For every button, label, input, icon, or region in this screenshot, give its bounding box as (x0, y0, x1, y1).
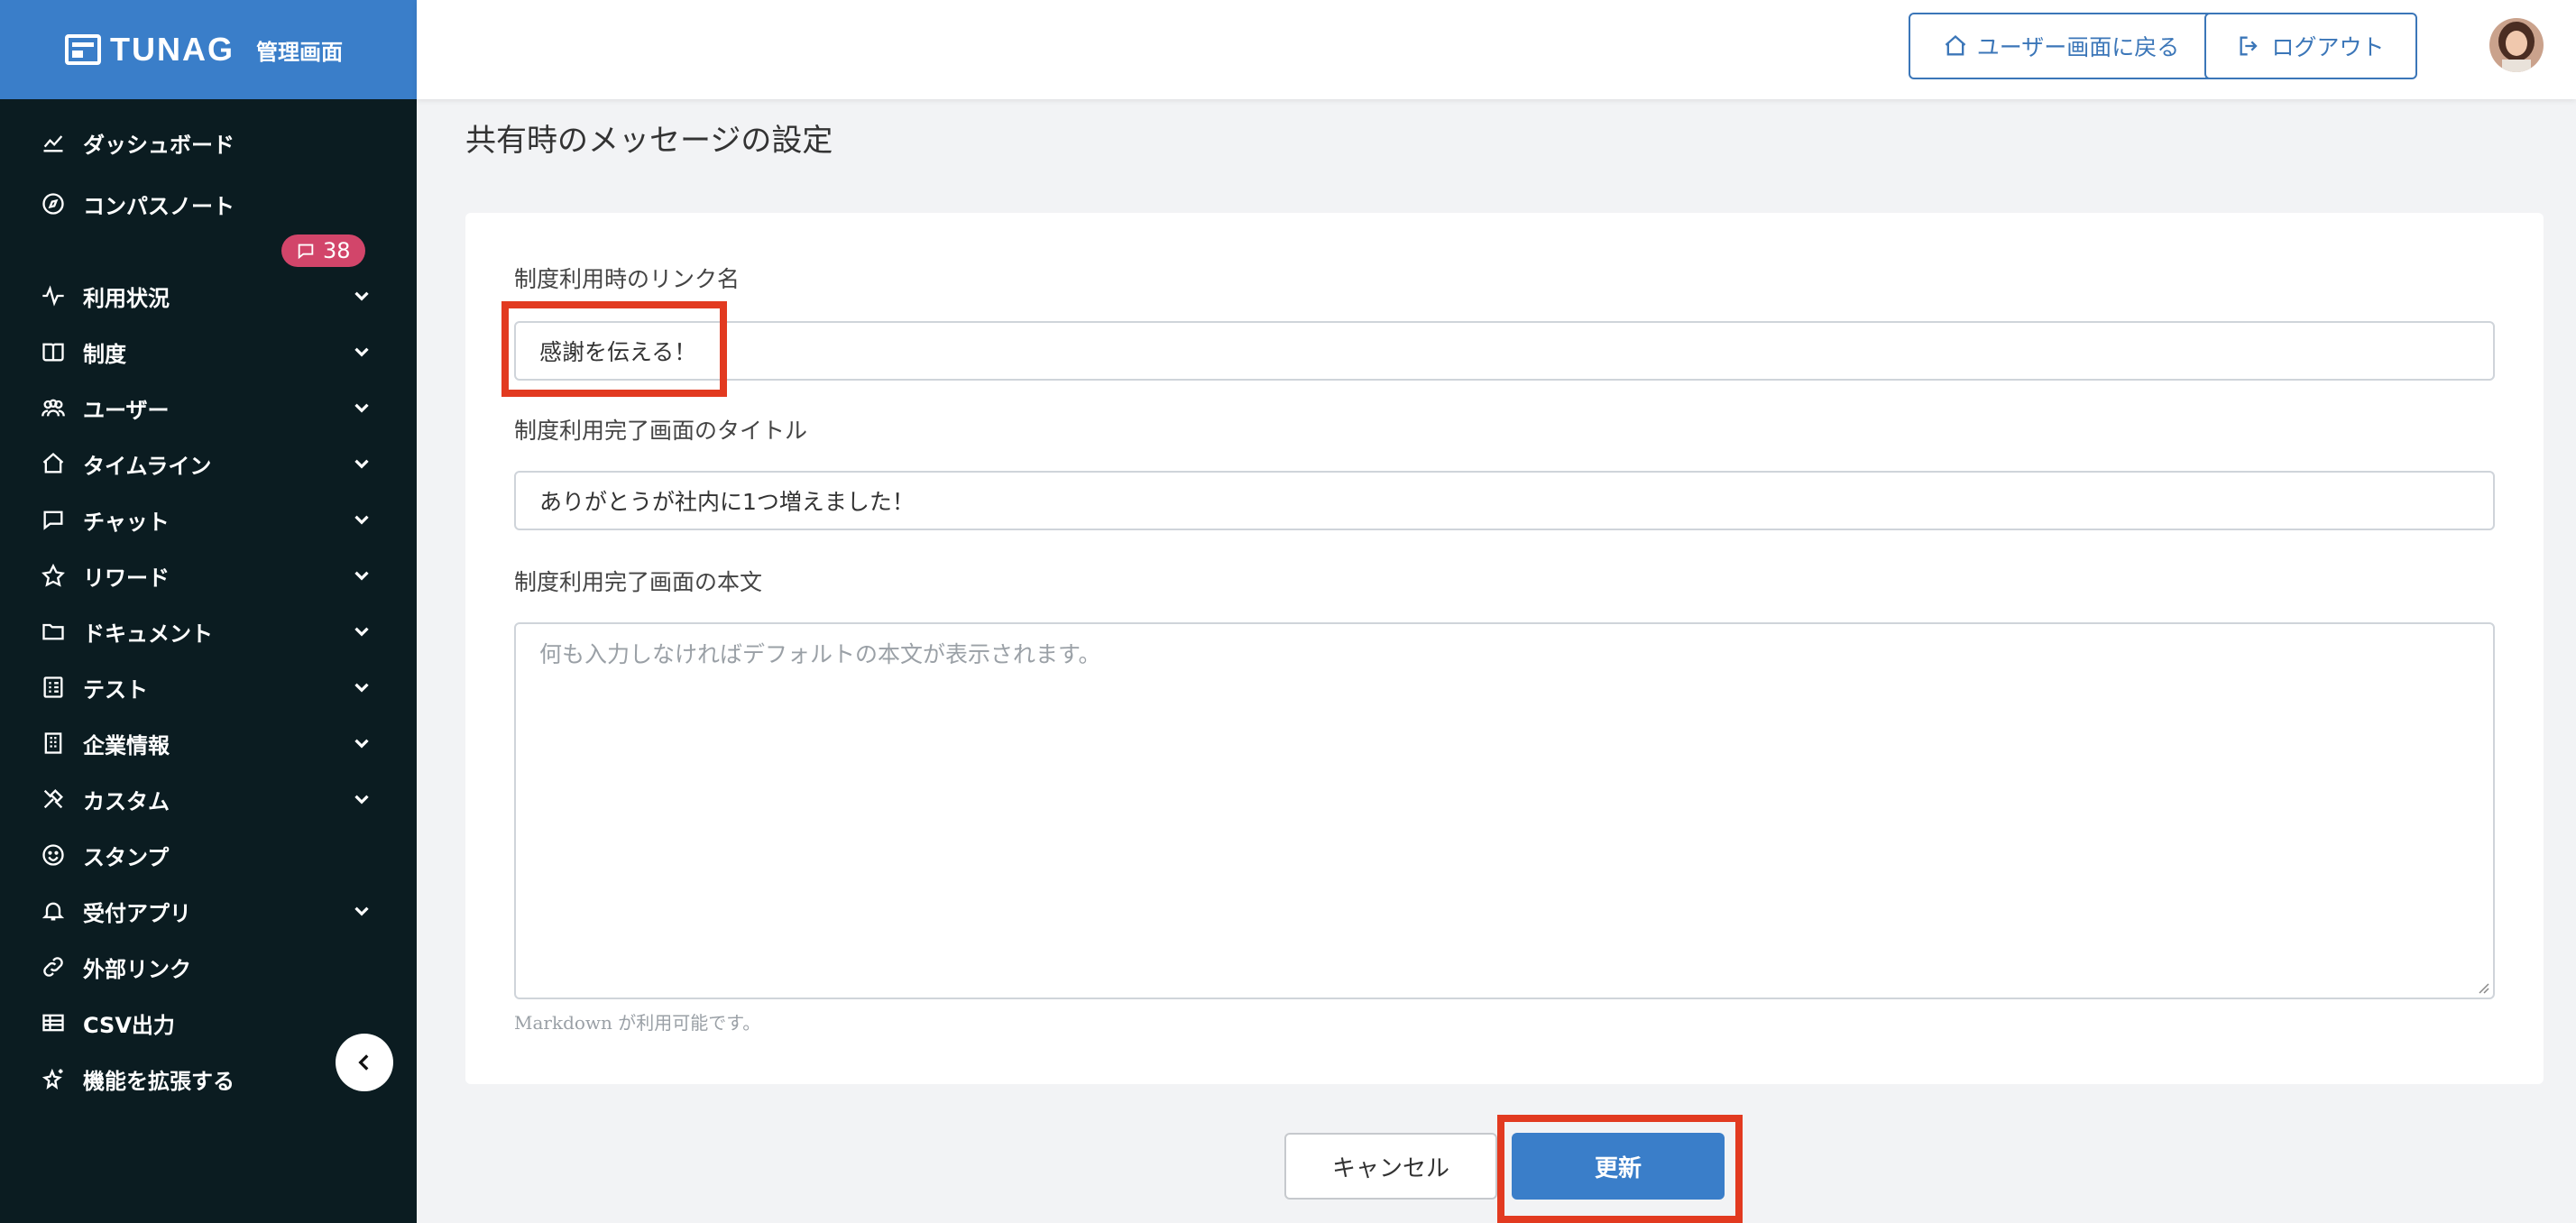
sidebar-item-label: 外部リンク (83, 956, 191, 982)
chevron-down-icon[interactable] (350, 564, 373, 587)
sidebar-item[interactable]: テスト (0, 662, 417, 713)
table-icon (40, 1009, 67, 1036)
chat-icon (40, 506, 67, 533)
sidebar-item-label: テスト (83, 676, 148, 703)
tools-icon (40, 786, 67, 813)
sidebar-item[interactable]: 利用状況 (0, 271, 417, 321)
sidebar-item[interactable]: タイムライン (0, 438, 417, 489)
sidebar-item[interactable]: ダッシュボード (0, 117, 417, 168)
sidebar-item[interactable]: リワード (0, 550, 417, 601)
update-button[interactable]: 更新 (1512, 1133, 1725, 1200)
complete-title-label: 制度利用完了画面のタイトル (514, 418, 808, 444)
sidebar: TUNAG 管理画面 ダッシュボード コンパスノート 利用状況制度ユーザータイムライ… (0, 0, 417, 1223)
home-icon (40, 450, 67, 477)
logout-icon (2240, 36, 2259, 56)
link-name-value: 感謝を伝える！ (539, 339, 697, 365)
sidebar-item[interactable]: 受付アプリ (0, 886, 417, 936)
sparkle-star-icon (40, 1065, 67, 1092)
sidebar-item-label: ドキュメント (83, 621, 213, 647)
back-to-user-button[interactable]: ユーザー画面に戻る (1909, 13, 2213, 79)
sidebar-item[interactable]: 企業情報 (0, 718, 417, 768)
sidebar-item-label: 機能を拡張する (83, 1068, 235, 1094)
collapse-sidebar-button[interactable] (336, 1034, 393, 1091)
chevron-down-icon[interactable] (350, 787, 373, 811)
chevron-down-icon[interactable] (350, 508, 373, 531)
sidebar-item[interactable]: カスタム (0, 774, 417, 824)
link-name-input[interactable]: 感謝を伝える！ (514, 321, 2495, 381)
complete-title-input[interactable]: ありがとうが社内に1つ増えました！ (514, 471, 2495, 530)
brand-subtitle: 管理画面 (256, 39, 343, 65)
brand-bar[interactable]: TUNAG 管理画面 (0, 0, 417, 99)
folder-icon (40, 618, 67, 645)
compass-icon (40, 190, 67, 217)
chevron-down-icon[interactable] (350, 396, 373, 419)
complete-body-label: 制度利用完了画面の本文 (514, 569, 763, 595)
avatar-image (2489, 18, 2544, 72)
sidebar-item-label: ダッシュボード (83, 132, 235, 158)
smile-icon (40, 841, 67, 869)
bell-icon (40, 897, 67, 924)
building-icon (40, 730, 67, 757)
sidebar-item-label: 制度 (83, 341, 126, 367)
user-avatar[interactable] (2489, 18, 2544, 72)
speech-bubble-icon (298, 244, 314, 260)
sidebar-item[interactable]: ユーザー (0, 382, 417, 433)
sidebar-item-label: カスタム (83, 788, 170, 814)
back-to-user-label: ユーザー画面に戻る (1976, 34, 2180, 60)
chevron-down-icon[interactable] (350, 452, 373, 475)
sidebar-item-label: CSV出力 (83, 1012, 175, 1038)
chevron-down-icon[interactable] (350, 620, 373, 643)
users-icon (40, 394, 67, 421)
badge-count: 38 (323, 238, 351, 263)
logout-button[interactable]: ログアウト (2204, 13, 2417, 79)
sidebar-item[interactable]: 制度 (0, 326, 417, 377)
checklist-icon (40, 674, 67, 701)
complete-title-value: ありがとうが社内に1つ増えました！ (539, 489, 915, 515)
activity-icon (40, 282, 67, 309)
sidebar-item-label: スタンプ (83, 844, 170, 870)
chevron-down-icon[interactable] (350, 340, 373, 363)
link-icon (40, 953, 67, 980)
cancel-button[interactable]: キャンセル (1284, 1133, 1497, 1200)
tunag-logo-icon (65, 34, 101, 65)
resize-handle-icon[interactable] (2475, 979, 2489, 994)
book-icon (40, 338, 67, 365)
markdown-hint: Markdown が利用可能です。 (514, 1012, 761, 1034)
sidebar-item[interactable]: スタンプ (0, 830, 417, 880)
chevron-down-icon[interactable] (350, 284, 373, 308)
top-header: ユーザー画面に戻る ログアウト (417, 0, 2576, 99)
sidebar-item-label: コンパスノート (83, 193, 235, 219)
sidebar-item-label: 利用状況 (83, 285, 170, 311)
sidebar-item[interactable]: チャット (0, 494, 417, 545)
home-icon (1945, 34, 1966, 56)
brand-name: TUNAG (110, 31, 235, 68)
sidebar-item-label: チャット (83, 509, 170, 535)
star-icon (40, 562, 67, 589)
chat-count-badge[interactable]: 38 (281, 234, 365, 267)
chart-line-icon (40, 129, 67, 156)
sidebar-item-label: タイムライン (83, 453, 212, 479)
sidebar-item-label: 受付アプリ (83, 900, 191, 926)
sidebar-item[interactable]: ドキュメント (0, 606, 417, 657)
chevron-down-icon[interactable] (350, 731, 373, 755)
sidebar-item-label: ユーザー (83, 397, 170, 423)
sidebar-item-label: リワード (83, 565, 170, 591)
chevron-left-icon (358, 1054, 369, 1071)
chevron-down-icon[interactable] (350, 676, 373, 699)
logout-label: ログアウト (2271, 34, 2385, 60)
sidebar-item[interactable]: 外部リンク (0, 942, 417, 992)
sidebar-item[interactable]: コンパスノート (0, 179, 417, 229)
link-name-label: 制度利用時のリンク名 (514, 266, 741, 292)
sidebar-item-label: 企業情報 (83, 732, 170, 759)
complete-body-placeholder: 何も入力しなければデフォルトの本文が表示されます。 (539, 641, 1101, 667)
chevron-down-icon[interactable] (350, 899, 373, 923)
complete-body-textarea[interactable]: 何も入力しなければデフォルトの本文が表示されます。 (514, 622, 2495, 999)
page-title: 共有時のメッセージの設定 (465, 123, 833, 159)
